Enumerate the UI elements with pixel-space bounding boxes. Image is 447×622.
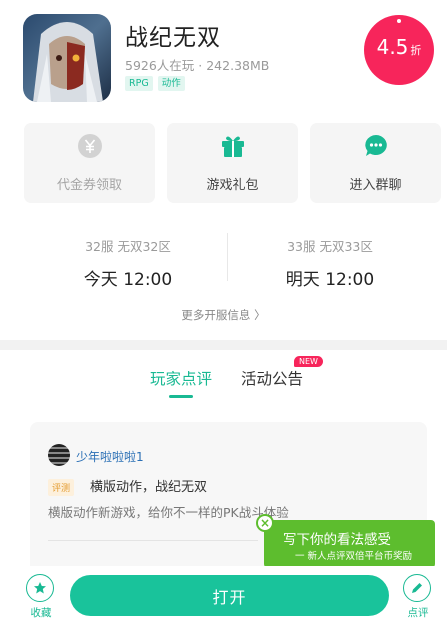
avatar[interactable] [48, 444, 70, 466]
more-servers-link[interactable]: 更多开服信息 〉 [0, 307, 447, 323]
reviewer-name[interactable]: 少年啦啦啦1 [76, 448, 144, 465]
server-divider [227, 233, 228, 281]
collect-button[interactable]: 收藏 [26, 574, 56, 620]
tab-player-reviews[interactable]: 玩家点评 [150, 367, 212, 389]
star-icon [26, 574, 54, 602]
rate-label: 点评 [407, 607, 429, 619]
open-game-button[interactable]: 打开 [70, 575, 389, 616]
review-type-badge: 评测 [48, 479, 75, 496]
review-title: 横版动作，战纪无双 [90, 480, 208, 495]
server-open-item[interactable]: 33服 无双33区 明天 12:00 [230, 236, 430, 290]
collect-label: 收藏 [30, 607, 52, 619]
write-review-button[interactable]: 点评 [403, 574, 433, 620]
close-icon[interactable]: × [256, 514, 274, 532]
discount-value: 4.5 [376, 35, 409, 59]
review-body: 横版动作新游戏，给你不一样的PK战斗体验 [48, 505, 289, 520]
gift-icon [220, 133, 246, 163]
tab-announcements[interactable]: 活动公告 [241, 367, 303, 389]
gift-pack-label: 游戏礼包 [206, 178, 259, 193]
divider [48, 540, 258, 541]
game-title: 战纪无双 [125, 25, 221, 51]
tag-rpg[interactable]: RPG [125, 76, 153, 91]
group-chat-button[interactable]: 进入群聊 [310, 123, 441, 203]
server-time: 明天 12:00 [285, 270, 375, 290]
tooltip-title: 写下你的看法感受 [283, 532, 391, 548]
yuan-coin-icon [77, 133, 103, 163]
discount-dot [397, 19, 401, 23]
pencil-icon [403, 574, 431, 602]
bottom-bar: 收藏 打开 点评 [0, 566, 447, 622]
voucher-label: 代金券领取 [56, 178, 122, 193]
tag-action[interactable]: 动作 [157, 76, 185, 91]
discount-unit: 折 [410, 44, 422, 57]
game-icon [23, 14, 111, 102]
discount-badge: 4.5 折 [364, 15, 434, 85]
chat-bubble-icon [363, 133, 389, 163]
active-tab-indicator [169, 395, 193, 398]
action-row: 代金券领取 游戏礼包 进入群聊 [24, 123, 441, 203]
tooltip-subtitle: 一 新人点评双倍平台币奖励 [295, 551, 413, 562]
group-chat-label: 进入群聊 [349, 178, 402, 193]
voucher-button[interactable]: 代金券领取 [24, 123, 155, 203]
server-time: 今天 12:00 [83, 270, 173, 290]
new-badge: NEW [294, 356, 323, 367]
server-name: 32服 无双32区 [85, 239, 171, 254]
game-header-card: 战纪无双 5926人在玩 · 242.38MB RPG 动作 4.5 折 代金券… [0, 0, 447, 340]
gift-pack-button[interactable]: 游戏礼包 [167, 123, 298, 203]
server-open-item[interactable]: 32服 无双32区 今天 12:00 [28, 236, 228, 290]
game-tags: RPG 动作 [125, 76, 185, 91]
write-review-tooltip[interactable]: 写下你的看法感受 一 新人点评双倍平台币奖励 [264, 520, 435, 575]
server-name: 33服 无双33区 [287, 239, 373, 254]
game-meta: 5926人在玩 · 242.38MB [125, 58, 270, 73]
